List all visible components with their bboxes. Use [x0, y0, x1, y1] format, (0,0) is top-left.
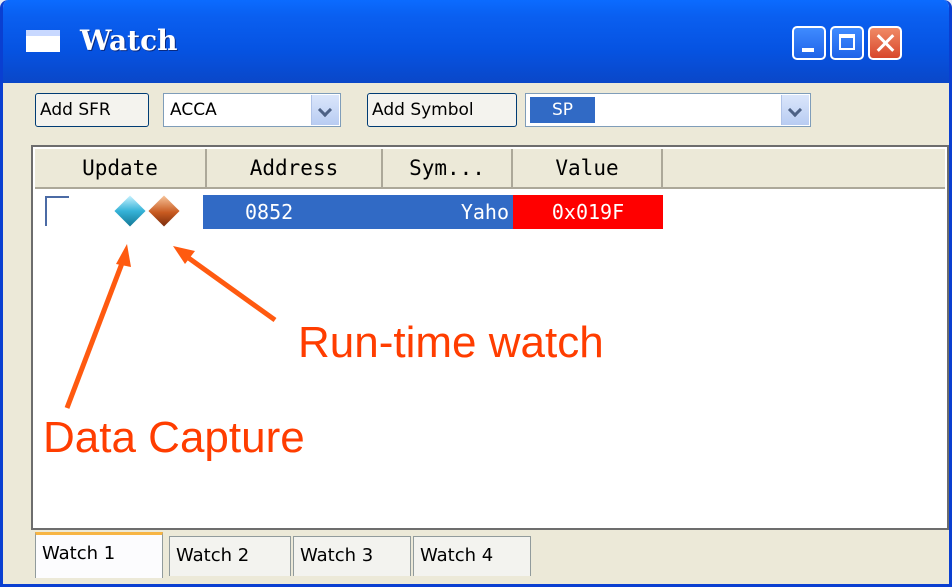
run-time-watch-icon[interactable]	[148, 195, 180, 227]
title-bar[interactable]: Watch	[3, 0, 949, 83]
symbol-select[interactable]: SP	[525, 93, 811, 127]
data-capture-label: Data Capture	[43, 413, 305, 462]
chevron-down-icon[interactable]	[781, 95, 809, 125]
column-header-address[interactable]: Address	[207, 149, 383, 189]
column-header-update[interactable]: Update	[35, 149, 207, 189]
sfr-select[interactable]: ACCA	[163, 93, 341, 127]
watch-window: Watch Add SFR ACCA Add Symbol SP Update …	[0, 0, 952, 587]
sfr-select-value: ACCA	[170, 100, 217, 120]
symbol-value: Yaho	[460, 200, 509, 224]
tab-bar: Watch 1 Watch 2 Watch 3 Watch 4	[31, 530, 949, 578]
add-symbol-button[interactable]: Add Symbol	[367, 93, 517, 127]
minimize-icon[interactable]	[792, 26, 826, 60]
tab-watch-2[interactable]: Watch 2	[169, 536, 291, 576]
toolbar: Add SFR ACCA Add Symbol SP	[3, 83, 949, 135]
maximize-icon[interactable]	[830, 26, 864, 60]
column-header-value[interactable]: Value	[513, 149, 663, 189]
add-sfr-button[interactable]: Add SFR	[35, 93, 149, 127]
tab-watch-3[interactable]: Watch 3	[293, 536, 411, 576]
chevron-down-icon[interactable]	[311, 95, 339, 125]
address-value: 0852	[245, 200, 294, 224]
tab-watch-1[interactable]: Watch 1	[35, 532, 163, 578]
column-header-filler	[663, 149, 945, 189]
column-header-symbol[interactable]: Sym...	[383, 149, 513, 189]
window-icon	[26, 30, 60, 52]
window-title: Watch	[80, 24, 178, 57]
value-cell: 0x019F	[513, 195, 663, 229]
update-checkbox[interactable]	[45, 196, 69, 226]
address-cell: 0852 Yaho	[203, 195, 513, 229]
tab-watch-4[interactable]: Watch 4	[413, 536, 531, 576]
update-cell	[37, 195, 203, 229]
run-time-watch-label: Run-time watch	[298, 318, 604, 367]
data-capture-icon[interactable]	[114, 195, 146, 227]
symbol-select-value: SP	[530, 97, 596, 123]
close-icon[interactable]	[868, 26, 902, 60]
